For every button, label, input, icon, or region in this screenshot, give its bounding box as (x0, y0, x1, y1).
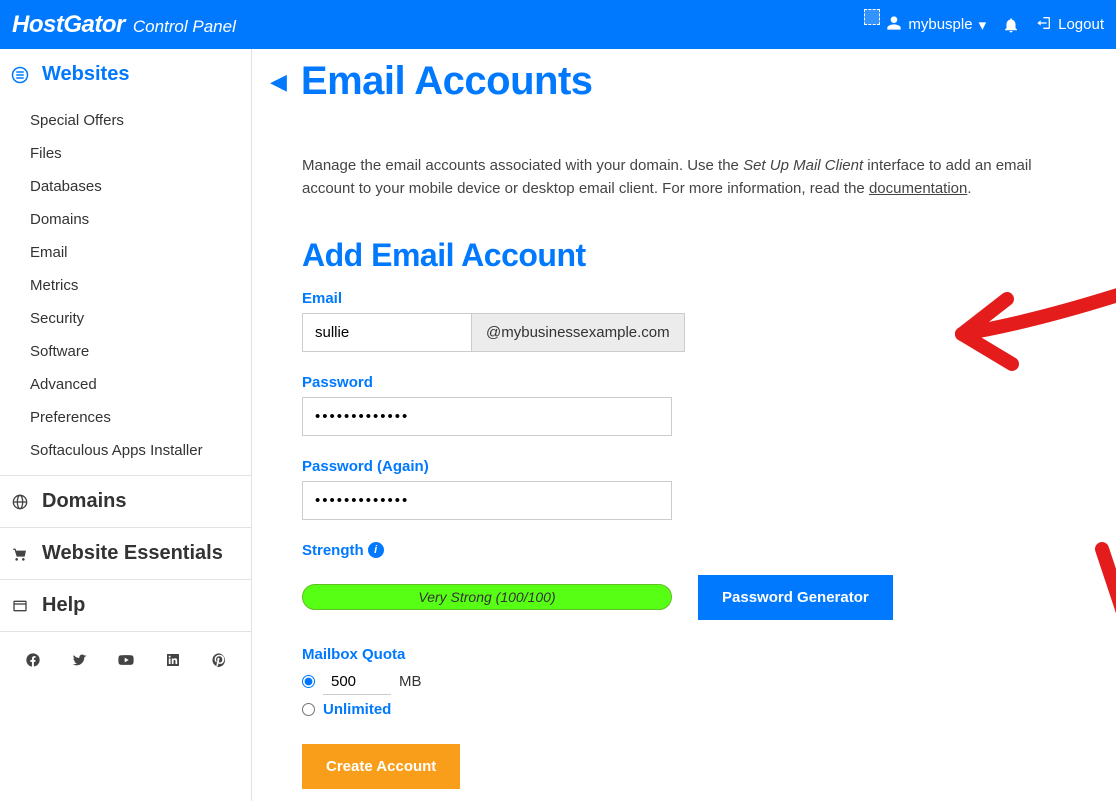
intro-after: . (967, 180, 971, 197)
brand-main: HostGator (12, 11, 125, 39)
sidebar-section-domains[interactable]: Domains (0, 476, 251, 527)
password-label: Password (302, 374, 1066, 391)
social-row (0, 632, 251, 693)
sidebar-item-special-offers[interactable]: Special Offers (0, 104, 251, 137)
sidebar-item-metrics[interactable]: Metrics (0, 269, 251, 302)
quota-radio-unlimited[interactable] (302, 703, 315, 716)
brand-sub: Control Panel (133, 17, 236, 37)
password-again-input[interactable] (302, 481, 672, 520)
sidebar-item-softaculous[interactable]: Softaculous Apps Installer (0, 434, 251, 467)
sidebar-section-help[interactable]: Help (0, 580, 251, 631)
logout-label: Logout (1058, 16, 1104, 33)
logout-icon (1036, 15, 1052, 35)
quota-value-input[interactable] (323, 669, 391, 695)
sidebar-section-title: Help (42, 594, 85, 617)
broken-image-icon (864, 9, 880, 25)
sidebar-item-databases[interactable]: Databases (0, 170, 251, 203)
info-icon[interactable]: i (368, 542, 384, 558)
bell-icon[interactable] (1002, 16, 1020, 34)
email-input[interactable] (302, 313, 472, 352)
topbar: HostGator Control Panel mybusple ▾ Logou… (0, 0, 1116, 49)
sidebar-section-title: Website Essentials (42, 542, 223, 565)
user-menu[interactable]: mybusple ▾ (864, 15, 986, 35)
panel: Manage the email accounts associated wit… (272, 126, 1096, 801)
back-caret-icon[interactable]: ◀ (270, 69, 287, 95)
cart-icon (10, 546, 30, 562)
email-row: @mybusinessexample.com (302, 313, 1066, 352)
create-account-button[interactable]: Create Account (302, 744, 460, 789)
strength-label: Strength i (302, 542, 1066, 559)
username: mybusple (908, 16, 972, 33)
window-icon (10, 598, 30, 614)
sidebar-section-websites[interactable]: Websites (0, 49, 251, 100)
strength-row: Very Strong (100/100) Password Generator (302, 575, 1066, 620)
quota-radio-mb[interactable] (302, 675, 315, 688)
sidebar-items: Special Offers Files Databases Domains E… (0, 100, 251, 475)
topbar-right: mybusple ▾ Logout (864, 15, 1104, 35)
sidebar-item-software[interactable]: Software (0, 335, 251, 368)
email-label: Email (302, 290, 1066, 307)
sidebar-section-title: Websites (42, 63, 129, 86)
password-input[interactable] (302, 397, 672, 436)
list-icon (10, 66, 30, 84)
globe-icon (10, 494, 30, 510)
sidebar-item-preferences[interactable]: Preferences (0, 401, 251, 434)
page-title: Email Accounts (301, 59, 593, 104)
quota-option-unlimited[interactable]: Unlimited (302, 701, 1066, 718)
password-generator-button[interactable]: Password Generator (698, 575, 893, 620)
intro-em: Set Up Mail Client (743, 157, 863, 174)
main: ◀ Email Accounts Manage the email accoun… (252, 49, 1116, 801)
sidebar-item-email[interactable]: Email (0, 236, 251, 269)
chevron-down-icon: ▾ (979, 16, 987, 34)
facebook-icon[interactable] (25, 652, 41, 673)
sidebar-section-title: Domains (42, 490, 126, 513)
sidebar-item-advanced[interactable]: Advanced (0, 368, 251, 401)
linkedin-icon[interactable] (165, 652, 181, 673)
quota-unlimited-label: Unlimited (323, 701, 391, 718)
strength-bar: Very Strong (100/100) (302, 584, 672, 610)
twitter-icon[interactable] (71, 652, 87, 673)
strength-label-text: Strength (302, 542, 364, 559)
sidebar-item-files[interactable]: Files (0, 137, 251, 170)
password2-label: Password (Again) (302, 458, 1066, 475)
sidebar-item-security[interactable]: Security (0, 302, 251, 335)
quota-option-mb[interactable]: MB (302, 669, 1066, 695)
sidebar-item-domains[interactable]: Domains (0, 203, 251, 236)
create-row: Create Account (302, 744, 1066, 789)
intro-text: Manage the email accounts associated wit… (302, 154, 1066, 201)
section-add-email: Add Email Account (302, 237, 1066, 274)
page-title-row: ◀ Email Accounts (252, 49, 1116, 108)
person-icon (886, 15, 902, 35)
intro-before: Manage the email accounts associated wit… (302, 157, 743, 174)
brand: HostGator Control Panel (12, 11, 236, 39)
quota-unit: MB (399, 673, 422, 690)
sidebar: Websites Special Offers Files Databases … (0, 49, 252, 801)
quota-block: MB Unlimited (302, 669, 1066, 718)
documentation-link[interactable]: documentation (869, 180, 967, 197)
logout-button[interactable]: Logout (1036, 15, 1104, 35)
quota-label: Mailbox Quota (302, 646, 1066, 663)
pinterest-icon[interactable] (211, 652, 227, 673)
youtube-icon[interactable] (117, 652, 135, 673)
email-domain: @mybusinessexample.com (472, 313, 685, 352)
sidebar-section-essentials[interactable]: Website Essentials (0, 528, 251, 579)
